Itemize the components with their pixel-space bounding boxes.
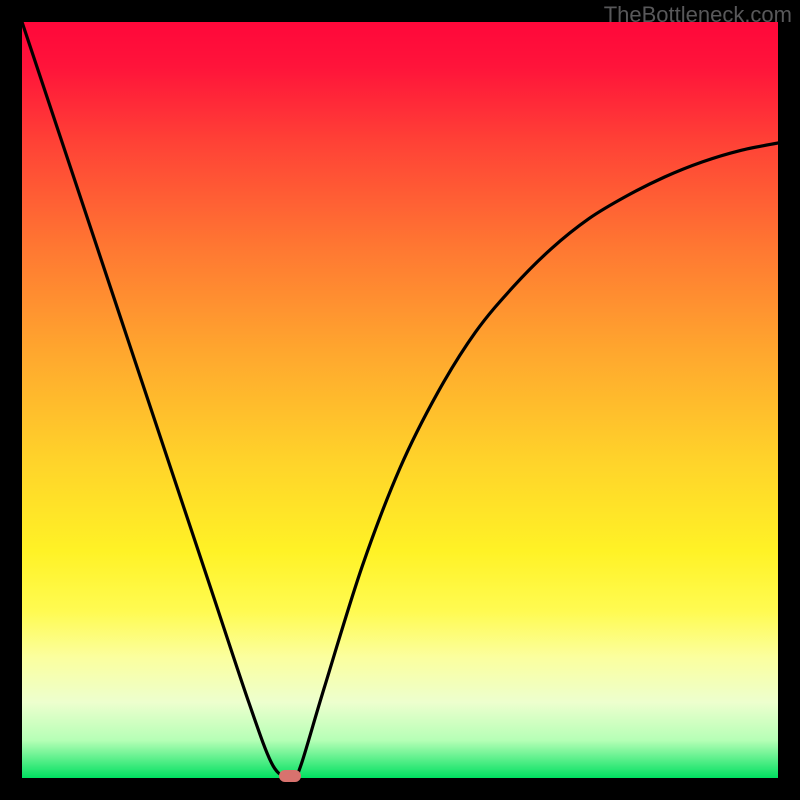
bottleneck-curve [22,22,778,778]
chart-frame: TheBottleneck.com [0,0,800,800]
optimal-marker [279,770,301,782]
watermark-text: TheBottleneck.com [604,2,792,28]
